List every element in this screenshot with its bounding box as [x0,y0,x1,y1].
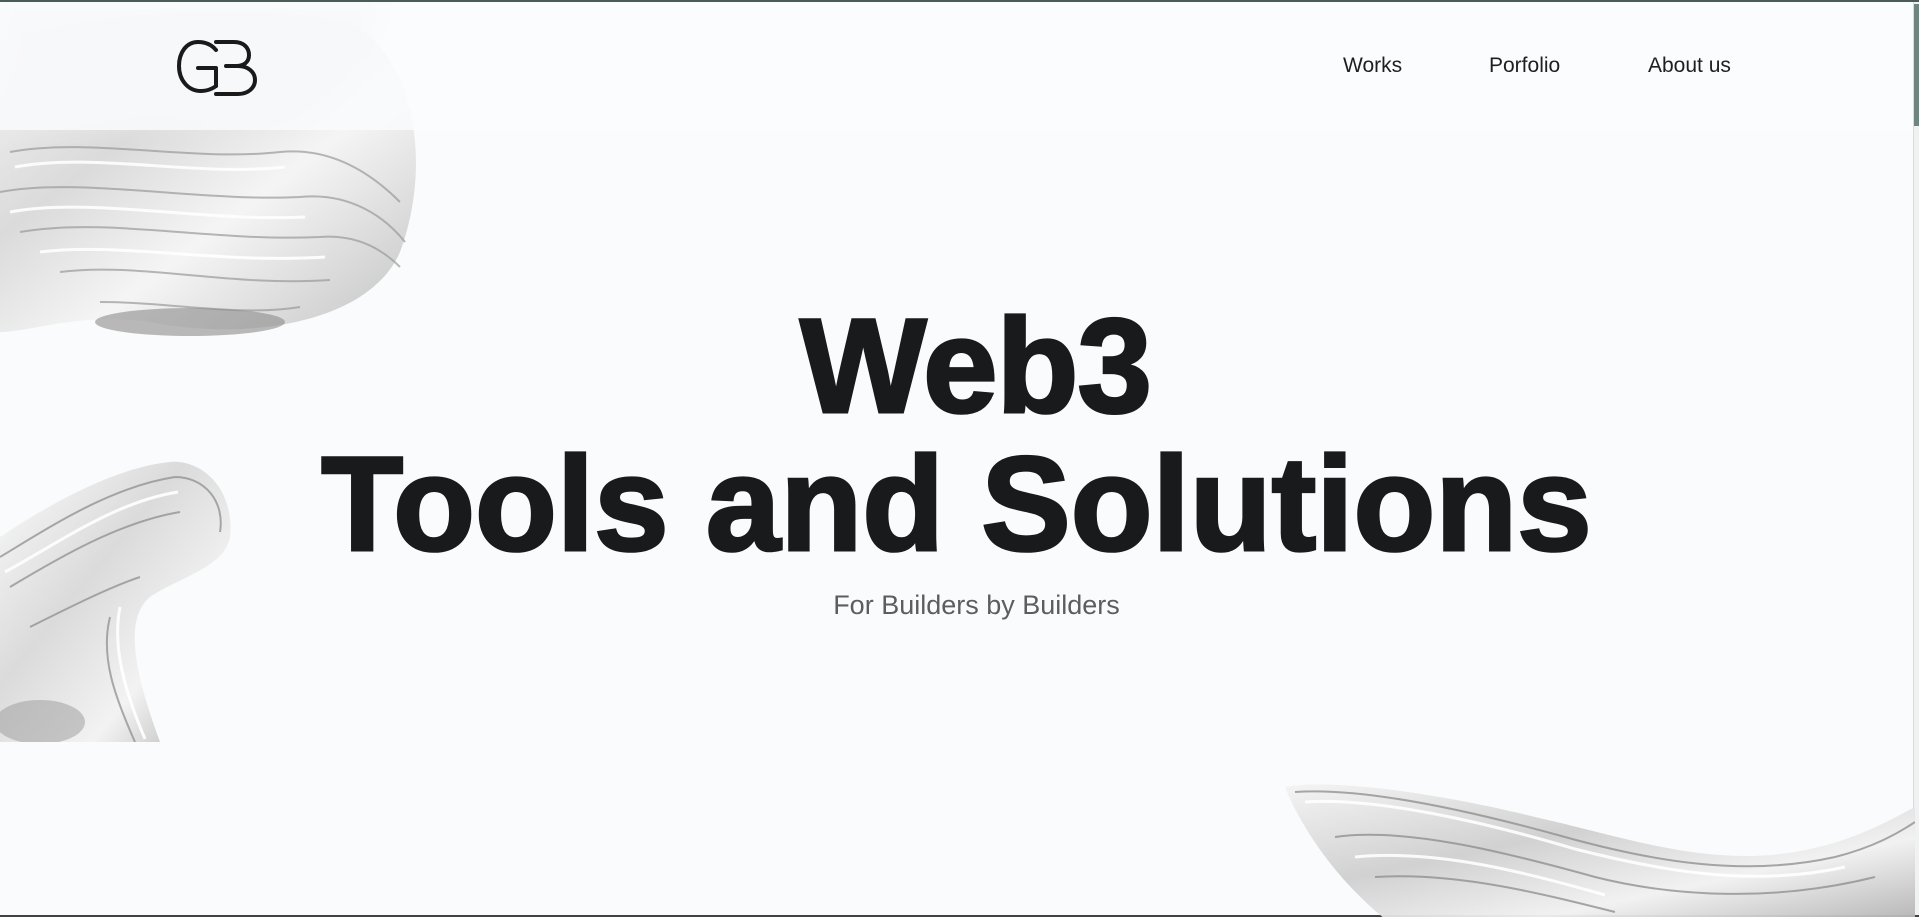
landing-page: GB Works Porfolio About us Web3 Tools an… [0,0,1919,917]
nav-link-works[interactable]: Works [1343,52,1402,80]
gb-logo[interactable]: GB [176,38,258,98]
scrollbar-thumb[interactable] [1914,4,1919,126]
chrome-blob-bottom-right [1285,784,1915,917]
hero-title-line-1: Web3 [799,291,1154,443]
site-header: GB Works Porfolio About us [0,2,1913,130]
nav-link-about-us[interactable]: About us [1648,52,1731,80]
hero-subtitle: For Builders by Builders [833,590,1120,620]
nav-link-portfolio[interactable]: Porfolio [1489,52,1560,80]
hero-title-line-2: Tools and Solutions [320,429,1593,581]
